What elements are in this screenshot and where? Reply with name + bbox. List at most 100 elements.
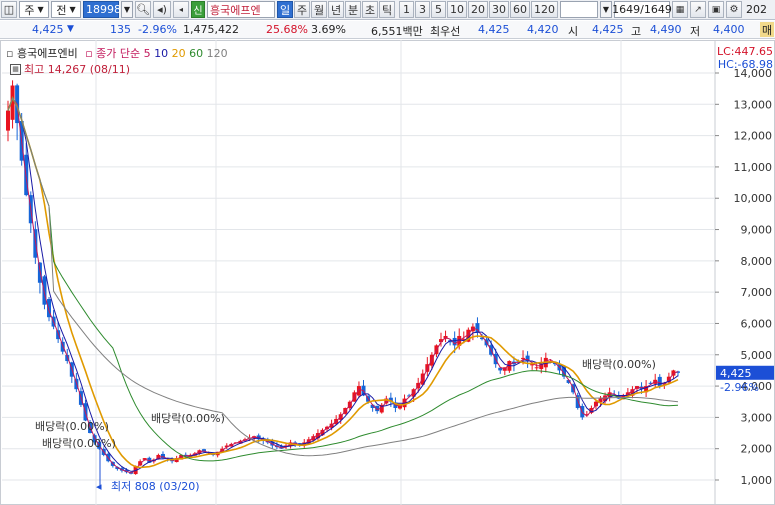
y-tick-label-8: 9,000 xyxy=(741,224,773,237)
legend-ma-label: 종가 단순 xyxy=(96,47,141,60)
page-count: 1649/1649 xyxy=(612,1,672,18)
period-button-4[interactable]: 분 xyxy=(345,1,361,18)
draw-tool-icon[interactable]: ↗ xyxy=(690,1,706,18)
gear-icon[interactable]: ⚙ xyxy=(726,1,742,18)
chevron-down-icon: ▼ xyxy=(37,5,44,14)
price-change: 135 xyxy=(110,23,131,36)
period-select[interactable]: 전 ▼ xyxy=(51,1,81,18)
legend-ma-5: 5 xyxy=(143,47,151,60)
chart-legend: ▫ 흥국에프엔비 ▫ 종가 단순 5 10 20 60 120 xyxy=(6,45,228,61)
period-button-0[interactable]: 일 xyxy=(277,1,293,18)
interval-button-3[interactable]: 3 xyxy=(415,1,430,18)
calendar-icon: ▦ xyxy=(10,63,21,75)
chevron-down-icon: ▼ xyxy=(123,5,131,14)
interval-button-60[interactable]: 60 xyxy=(510,1,530,18)
interval-button-10[interactable]: 10 xyxy=(447,1,467,18)
period-button-6[interactable]: 틱 xyxy=(379,1,395,18)
trade-value: 6,551백만 xyxy=(371,25,423,38)
dividend-annotation-3: 배당락(0.00%) xyxy=(151,412,225,425)
toolbar: ◫ 주 ▼ 전 ▼ 189980 ▼ 🔍︎ ◂) ◂ 신 흥국에프엔 일주월년분초틱… xyxy=(0,0,775,20)
panel-icon[interactable]: ◫ xyxy=(1,1,17,18)
lc-value: LC:447.65 xyxy=(716,45,773,58)
legend-ma-120: 120 xyxy=(206,47,228,60)
interval-button-5[interactable]: 5 xyxy=(431,1,446,18)
candle-body xyxy=(60,341,65,352)
y-tick-label-5: 6,000 xyxy=(741,317,773,330)
prev-stock-icon[interactable]: ◂ xyxy=(173,1,189,18)
volume: 1,475,422 xyxy=(183,23,239,36)
open-label: 시 xyxy=(568,25,579,38)
price-chart[interactable]: 1,0002,0003,0004,0005,0006,0007,0008,000… xyxy=(0,40,775,505)
low-price: 4,400 xyxy=(713,23,745,36)
period-button-3[interactable]: 년 xyxy=(328,1,344,18)
down-arrow-icon: ▼ xyxy=(67,24,74,34)
market-label: 주 xyxy=(24,3,35,17)
interval-button-1[interactable]: 1 xyxy=(399,1,414,18)
change-percent: -2.96% xyxy=(138,23,177,36)
dividend-annotation-2: 배당락(0.00%) xyxy=(42,437,116,450)
candle-body xyxy=(534,367,539,369)
price-tag-percent: -2.96% xyxy=(720,381,759,394)
y-tick-label-12: 13,000 xyxy=(734,98,773,111)
low-marker-text: 최저 808 (03/20) xyxy=(111,480,200,493)
stock-code-input[interactable]: 189980 xyxy=(83,1,128,18)
turnover: 3.69% xyxy=(311,23,346,36)
interval-button-30[interactable]: 30 xyxy=(489,1,509,18)
chevron-down-icon: ▼ xyxy=(602,5,610,14)
ask-price: 4,425 xyxy=(478,23,510,36)
speaker-icon[interactable]: ◂) xyxy=(153,1,171,18)
y-tick-label-6: 7,000 xyxy=(741,286,773,299)
chevron-down-icon: ▼ xyxy=(69,5,76,14)
stock-code-dropdown[interactable]: ▼ xyxy=(121,1,133,18)
y-tick-label-10: 11,000 xyxy=(734,161,773,174)
legend-marker-icon: ▫ xyxy=(6,47,14,60)
stock-name-text: 흥국에프엔 xyxy=(210,3,261,17)
y-tick-label-2: 3,000 xyxy=(741,411,773,424)
market-select[interactable]: 주 ▼ xyxy=(19,1,49,18)
y-tick-label-0: 1,000 xyxy=(741,474,773,487)
interval-button-group: 1 3 5 10 20 30 60 120 xyxy=(399,1,558,18)
current-price: 4,425 xyxy=(32,23,64,36)
interval-dropdown[interactable]: ▼ xyxy=(600,1,612,18)
legend-ma-60: 60 xyxy=(189,47,204,60)
period-button-2[interactable]: 월 xyxy=(311,1,327,18)
dividend-annotation-4: 배당락(0.00%) xyxy=(582,358,656,371)
toolbar-right-text: 202 xyxy=(746,3,767,16)
interval-button-120[interactable]: 120 xyxy=(531,1,558,18)
low-label: 저 xyxy=(690,25,701,38)
low-marker-arrow-icon: ◂ xyxy=(96,480,102,493)
candle-body xyxy=(530,364,535,366)
dividend-annotation-1: 배당락(0.00%) xyxy=(35,420,109,433)
high-marker: ▦ 최고 14,267 (08/11) xyxy=(10,61,130,77)
credit-badge: 신 xyxy=(191,1,205,18)
hc-value: HC:-68.98 xyxy=(717,58,773,71)
high-label: 고 xyxy=(631,25,642,38)
chart-frame xyxy=(0,40,775,505)
interval-input[interactable] xyxy=(560,1,598,18)
candle-body xyxy=(521,357,526,359)
stock-name-field[interactable]: 흥국에프엔 xyxy=(207,1,275,18)
search-icon[interactable]: 🔍︎ xyxy=(135,1,151,18)
legend-marker-icon: ▫ xyxy=(85,47,93,60)
y-tick-label-7: 8,000 xyxy=(741,255,773,268)
y-tick-label-9: 10,000 xyxy=(734,192,773,205)
save-icon[interactable]: ▣ xyxy=(708,1,724,18)
legend-stock-name: 흥국에프엔비 xyxy=(16,47,78,60)
period-button-1[interactable]: 주 xyxy=(294,1,310,18)
interval-button-20[interactable]: 20 xyxy=(468,1,488,18)
open-price: 4,425 xyxy=(592,23,624,36)
y-tick-label-11: 12,000 xyxy=(734,130,773,143)
best-bid-label: 최우선 xyxy=(430,25,461,38)
period-button-5[interactable]: 초 xyxy=(362,1,378,18)
high-price: 4,490 xyxy=(650,23,682,36)
trade-tab[interactable]: 매 xyxy=(760,22,775,37)
quote-bar: 4,425 ▼ 135 -2.96% 1,475,422 25.68% 3.69… xyxy=(0,21,775,39)
y-tick-label-4: 5,000 xyxy=(741,349,773,362)
grid-icon[interactable]: ▦ xyxy=(672,1,688,18)
y-tick-label-1: 2,000 xyxy=(741,443,773,456)
period-button-group: 일주월년분초틱 xyxy=(277,1,395,18)
period-label: 전 xyxy=(56,3,67,17)
legend-ma-20: 20 xyxy=(171,47,186,60)
high-text: 최고 14,267 (08/11) xyxy=(24,63,131,76)
volume-ratio: 25.68% xyxy=(266,23,308,36)
